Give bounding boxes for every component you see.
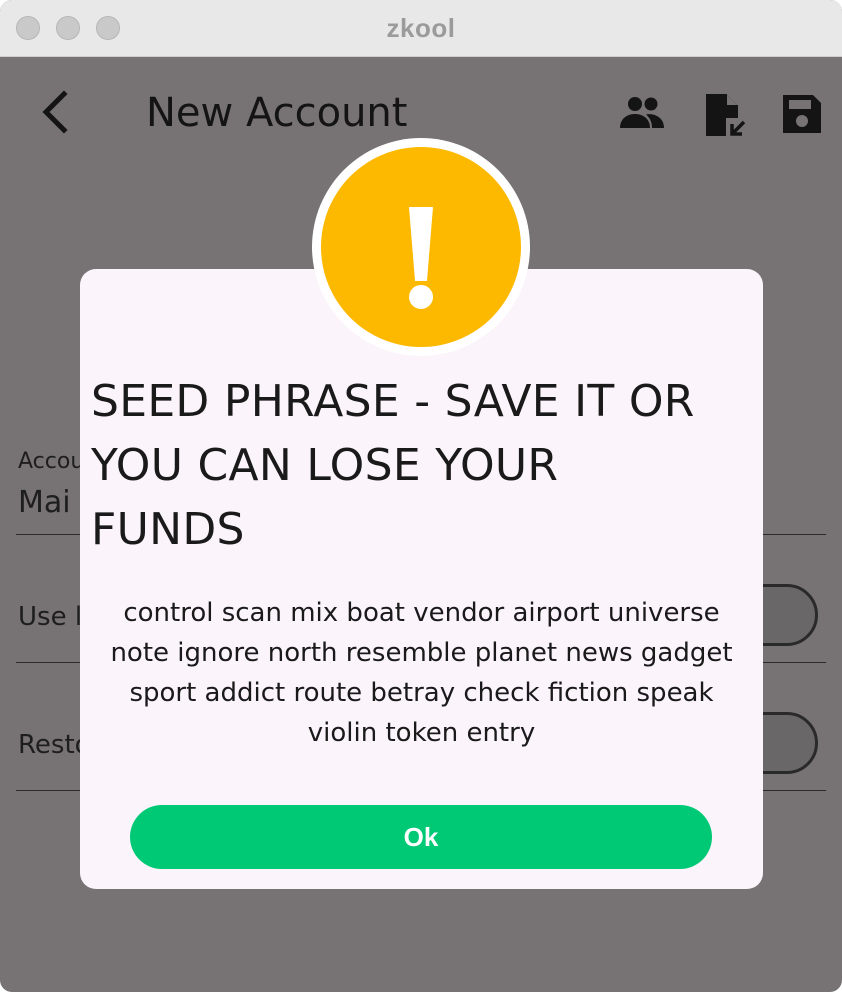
account-name-label: Accou — [18, 449, 85, 474]
account-name-input[interactable]: Mai — [18, 485, 71, 520]
title-bar: zkool — [0, 0, 842, 57]
seed-phrase-text: control scan mix boat vendor airport uni… — [80, 593, 763, 753]
window-title: zkool — [386, 13, 456, 43]
dialog-title-line: YOU CAN LOSE YOUR — [91, 440, 559, 491]
ok-button[interactable]: Ok — [130, 805, 712, 869]
seed-line: control scan mix boat vendor airport uni… — [123, 598, 720, 628]
app-window: zkool New Account Accou Mai Use l Resto … — [0, 0, 842, 992]
warning-icon — [321, 147, 521, 347]
seed-line: violin token entry — [307, 718, 536, 748]
back-arrow-icon[interactable] — [36, 88, 76, 136]
page-title: New Account — [146, 90, 408, 136]
seed-line: sport addict route betray check fiction … — [129, 678, 714, 708]
save-icon[interactable] — [780, 92, 824, 136]
seed-line: note ignore north resemble planet news g… — [110, 638, 733, 668]
dialog-title: SEED PHRASE - SAVE IT OR YOU CAN LOSE YO… — [91, 370, 751, 562]
seed-phrase-dialog — [80, 269, 763, 889]
dialog-title-line: SEED PHRASE - SAVE IT OR — [91, 376, 695, 427]
dialog-title-line: FUNDS — [91, 504, 245, 555]
use-option-label: Use l — [18, 602, 83, 632]
file-import-icon[interactable] — [702, 92, 746, 136]
people-icon[interactable] — [618, 92, 664, 136]
